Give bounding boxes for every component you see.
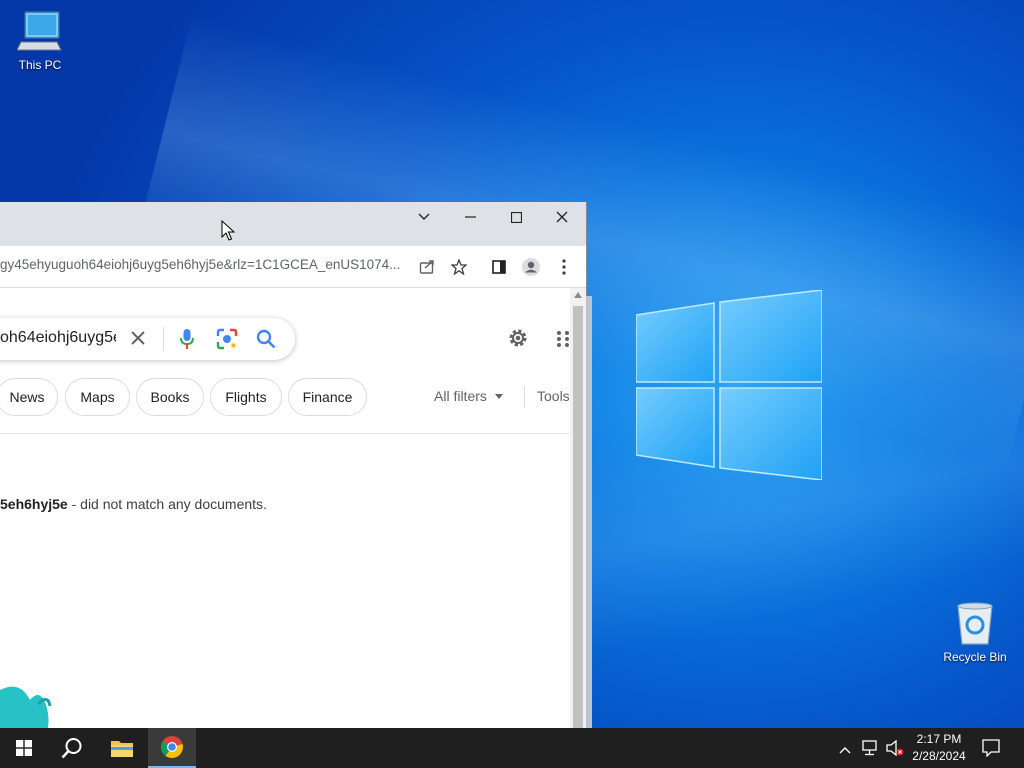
address-bar-url[interactable]: gy45ehyuguoh64eiohj6uyg5eh6hyj5e&rlz=1C1… <box>0 257 400 272</box>
camera-lens-icon <box>216 328 238 350</box>
taskbar-chrome[interactable] <box>148 728 196 768</box>
mouse-cursor-icon <box>221 220 235 241</box>
filter-chip-maps[interactable]: Maps <box>65 378 130 416</box>
star-icon <box>451 259 467 275</box>
start-icon <box>16 740 32 756</box>
scroll-up-arrow-icon[interactable] <box>574 292 582 298</box>
maximize-button[interactable] <box>493 202 539 232</box>
network-button[interactable] <box>862 740 880 761</box>
filter-chip-books[interactable]: Books <box>136 378 204 416</box>
volume-button[interactable] <box>886 739 904 761</box>
apps-grid-icon <box>557 331 569 347</box>
close-button[interactable] <box>539 202 585 232</box>
tab-search-button[interactable] <box>401 202 447 232</box>
desktop-icon-label: Recycle Bin <box>943 650 1007 664</box>
no-results-message: 5eh6hyj5e - did not match any documents. <box>0 496 267 512</box>
title-bar[interactable] <box>0 202 586 246</box>
settings-button[interactable] <box>507 327 529 354</box>
google-apps-button[interactable] <box>556 331 570 352</box>
desktop-icon-label: This PC <box>18 58 62 72</box>
header-divider <box>0 433 570 434</box>
search-icon <box>61 738 82 759</box>
profile-button[interactable] <box>520 256 542 278</box>
minimize-button[interactable] <box>447 202 493 232</box>
clock-time: 2:17 PM <box>916 732 962 746</box>
system-clock[interactable]: 2:17 PM 2/28/2024 <box>906 731 972 765</box>
share-icon <box>419 260 434 274</box>
no-match-text: - did not match any documents. <box>67 496 267 512</box>
bookmark-button[interactable] <box>448 256 470 278</box>
volume-muted-icon <box>886 739 904 757</box>
google-results-page: oh64eiohj6uyg5eh6hyj5e News Maps Books F… <box>0 288 570 728</box>
kebab-menu-icon <box>562 259 566 275</box>
desktop-icon-this-pc[interactable]: This PC <box>0 10 80 72</box>
filter-chip-news[interactable]: News <box>0 378 58 416</box>
chrome-window: gy45ehyuguoh64eiohj6uyg5eh6hyj5e&rlz=1C1… <box>0 202 586 736</box>
filter-chip-finance[interactable]: Finance <box>288 378 367 416</box>
filter-divider <box>524 386 525 408</box>
desktop-icon-recycle-bin[interactable]: Recycle Bin <box>935 602 1015 664</box>
computer-icon <box>17 11 62 51</box>
notification-icon <box>982 739 1000 758</box>
search-submit-button[interactable] <box>256 329 276 354</box>
microphone-icon <box>180 329 194 349</box>
recycle-bin-icon <box>957 602 993 645</box>
window-edge-shadow <box>586 296 592 728</box>
lens-search-button[interactable] <box>216 328 238 355</box>
network-icon <box>862 740 877 756</box>
windows-logo <box>636 290 822 480</box>
taskbar-search-button[interactable] <box>48 728 96 768</box>
side-panel-icon <box>492 260 506 274</box>
close-icon <box>556 211 568 223</box>
profile-icon <box>522 258 540 276</box>
taskbar: 2:17 PM 2/28/2024 <box>0 728 1024 768</box>
maximize-icon <box>510 211 522 223</box>
clear-search-button[interactable] <box>130 330 146 351</box>
scroll-thumb[interactable] <box>573 306 583 736</box>
tools-button[interactable]: Tools <box>537 388 570 404</box>
voice-search-button[interactable] <box>179 328 195 355</box>
show-hidden-icons-button[interactable] <box>839 741 851 759</box>
clock-date: 2/28/2024 <box>912 749 966 763</box>
page-scrollbar[interactable] <box>570 288 586 736</box>
notifications-button[interactable] <box>982 739 1000 762</box>
gear-icon <box>509 329 527 347</box>
chevron-up-icon <box>839 747 851 754</box>
query-text: 5eh6hyj5e <box>0 496 68 512</box>
file-explorer-icon <box>111 741 133 757</box>
side-panel-button[interactable] <box>488 256 510 278</box>
search-box[interactable]: oh64eiohj6uyg5eh6hyj5e <box>0 318 295 360</box>
share-button[interactable] <box>416 256 438 278</box>
search-input[interactable]: oh64eiohj6uyg5eh6hyj5e <box>0 329 116 347</box>
start-button[interactable] <box>0 728 48 768</box>
filter-chip-flights[interactable]: Flights <box>210 378 282 416</box>
all-filters-label: All filters <box>434 388 487 404</box>
all-filters-button[interactable]: All filters <box>434 388 503 404</box>
close-icon <box>131 331 145 345</box>
doodle-mascot-icon <box>0 686 52 728</box>
toolbar: gy45ehyuguoh64eiohj6uyg5eh6hyj5e&rlz=1C1… <box>0 246 586 288</box>
menu-button[interactable] <box>553 256 575 278</box>
search-icon <box>256 329 276 349</box>
taskbar-file-explorer[interactable] <box>98 728 146 768</box>
search-divider <box>163 327 164 351</box>
caret-down-icon <box>494 393 503 399</box>
minimize-icon <box>464 216 476 218</box>
chrome-icon <box>160 736 183 758</box>
chevron-down-icon <box>418 213 430 220</box>
